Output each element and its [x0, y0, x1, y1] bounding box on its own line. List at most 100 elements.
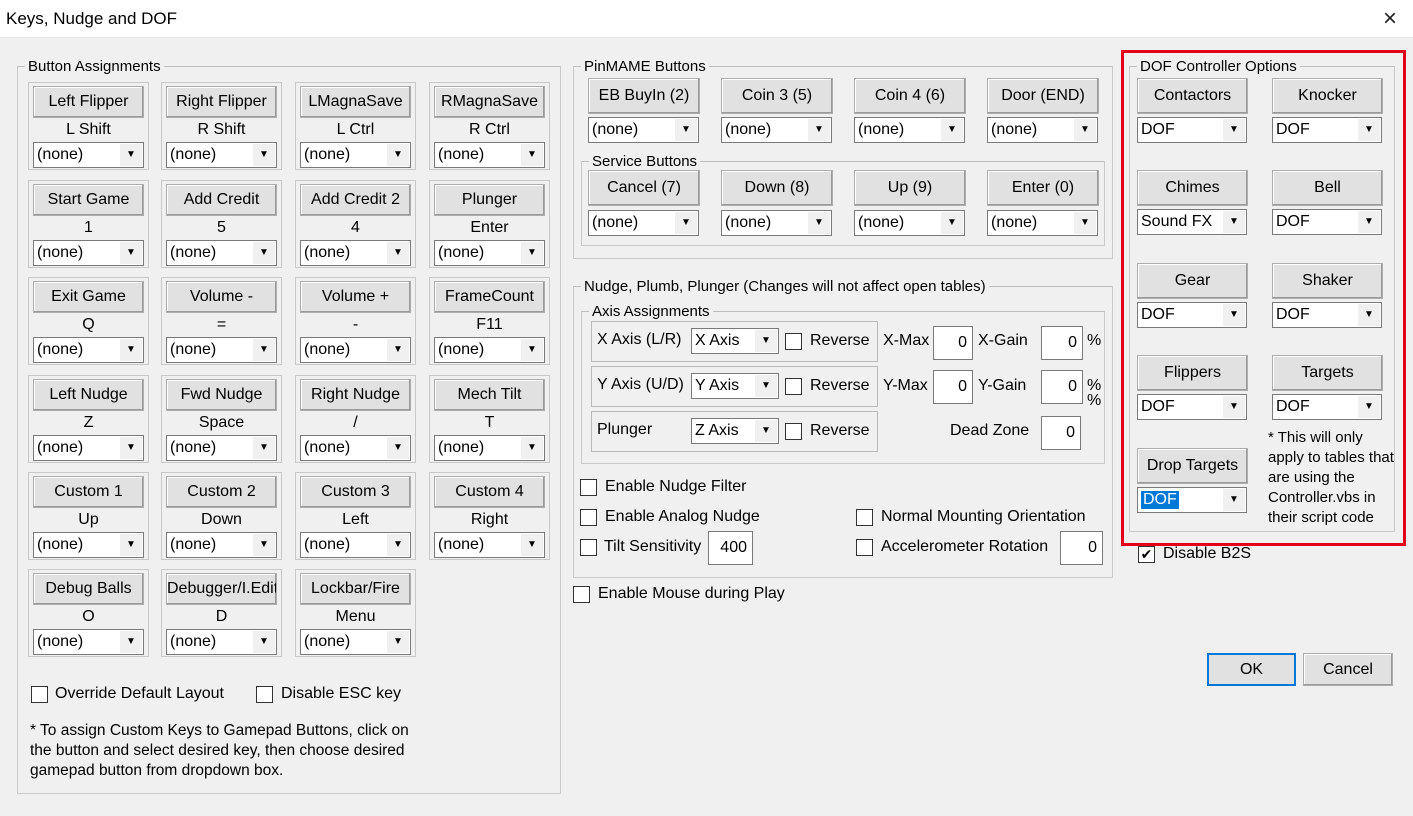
service-button[interactable]: Cancel (7): [588, 170, 700, 206]
chevron-down-icon[interactable]: ▼: [808, 119, 830, 141]
gamepad-select[interactable]: (none) ▼: [33, 629, 144, 655]
chevron-down-icon[interactable]: ▼: [675, 212, 697, 234]
xmax-input[interactable]: 0: [933, 326, 973, 360]
deadzone-input[interactable]: 0: [1041, 416, 1081, 450]
assign-key-button[interactable]: Mech Tilt: [434, 379, 545, 411]
chevron-down-icon[interactable]: ▼: [941, 212, 963, 234]
assign-key-button[interactable]: Plunger: [434, 184, 545, 216]
chevron-down-icon[interactable]: ▼: [120, 144, 142, 166]
assign-key-button[interactable]: Add Credit 2: [300, 184, 411, 216]
chevron-down-icon[interactable]: ▼: [755, 375, 777, 397]
tilt-sensitivity-input[interactable]: 400: [708, 531, 753, 565]
chevron-down-icon[interactable]: ▼: [253, 242, 275, 264]
assign-key-button[interactable]: FrameCount: [434, 281, 545, 313]
service-button[interactable]: Enter (0): [987, 170, 1099, 206]
reverse-checkbox[interactable]: [785, 378, 802, 395]
gamepad-select[interactable]: (none) ▼: [166, 435, 277, 461]
chevron-down-icon[interactable]: ▼: [120, 242, 142, 264]
pinmame-gamepad-select[interactable]: (none) ▼: [721, 117, 832, 143]
assign-key-button[interactable]: Debugger/I.Edit: [166, 573, 277, 605]
chevron-down-icon[interactable]: ▼: [521, 242, 543, 264]
service-gamepad-select[interactable]: (none) ▼: [854, 210, 965, 236]
chevron-down-icon[interactable]: ▼: [120, 631, 142, 653]
assign-key-button[interactable]: Custom 2: [166, 476, 277, 508]
assign-key-button[interactable]: LMagnaSave: [300, 86, 411, 118]
chevron-down-icon[interactable]: ▼: [387, 437, 409, 459]
gamepad-select[interactable]: (none) ▼: [166, 337, 277, 363]
pinmame-gamepad-select[interactable]: (none) ▼: [854, 117, 965, 143]
analog-nudge-checkbox[interactable]: [580, 509, 597, 526]
service-button[interactable]: Down (8): [721, 170, 833, 206]
assign-key-button[interactable]: RMagnaSave: [434, 86, 545, 118]
service-gamepad-select[interactable]: (none) ▼: [721, 210, 832, 236]
gamepad-select[interactable]: (none) ▼: [300, 532, 411, 558]
disable-b2s-checkbox[interactable]: ✔: [1138, 546, 1155, 563]
cancel-button[interactable]: Cancel: [1303, 653, 1393, 686]
gamepad-select[interactable]: (none) ▼: [166, 532, 277, 558]
gamepad-select[interactable]: (none) ▼: [434, 142, 545, 168]
gamepad-select[interactable]: (none) ▼: [33, 142, 144, 168]
chevron-down-icon[interactable]: ▼: [387, 242, 409, 264]
assign-key-button[interactable]: Start Game: [33, 184, 144, 216]
chevron-down-icon[interactable]: ▼: [253, 534, 275, 556]
tilt-sensitivity-checkbox[interactable]: [580, 539, 597, 556]
pinmame-button[interactable]: Coin 3 (5): [721, 78, 833, 114]
chevron-down-icon[interactable]: ▼: [253, 144, 275, 166]
assign-key-button[interactable]: Exit Game: [33, 281, 144, 313]
gamepad-select[interactable]: (none) ▼: [33, 532, 144, 558]
close-icon[interactable]: ×: [1367, 0, 1413, 38]
gamepad-select[interactable]: (none) ▼: [33, 240, 144, 266]
assign-key-button[interactable]: Debug Balls: [33, 573, 144, 605]
chevron-down-icon[interactable]: ▼: [253, 339, 275, 361]
chevron-down-icon[interactable]: ▼: [521, 534, 543, 556]
gamepad-select[interactable]: (none) ▼: [33, 435, 144, 461]
pinmame-gamepad-select[interactable]: (none) ▼: [588, 117, 699, 143]
pinmame-gamepad-select[interactable]: (none) ▼: [987, 117, 1098, 143]
service-button[interactable]: Up (9): [854, 170, 966, 206]
chevron-down-icon[interactable]: ▼: [120, 534, 142, 556]
chevron-down-icon[interactable]: ▼: [755, 420, 777, 442]
gamepad-select[interactable]: (none) ▼: [300, 337, 411, 363]
pinmame-button[interactable]: EB BuyIn (2): [588, 78, 700, 114]
assign-key-button[interactable]: Left Flipper: [33, 86, 144, 118]
pinmame-button[interactable]: Coin 4 (6): [854, 78, 966, 114]
chevron-down-icon[interactable]: ▼: [521, 437, 543, 459]
gamepad-select[interactable]: (none) ▼: [434, 240, 545, 266]
gamepad-select[interactable]: (none) ▼: [300, 142, 411, 168]
chevron-down-icon[interactable]: ▼: [253, 631, 275, 653]
chevron-down-icon[interactable]: ▼: [755, 330, 777, 352]
normal-mounting-checkbox[interactable]: [856, 509, 873, 526]
nudge-filter-checkbox[interactable]: [580, 479, 597, 496]
chevron-down-icon[interactable]: ▼: [521, 144, 543, 166]
chevron-down-icon[interactable]: ▼: [387, 631, 409, 653]
axis-select[interactable]: Y Axis ▼: [691, 373, 779, 399]
chevron-down-icon[interactable]: ▼: [1074, 119, 1096, 141]
chevron-down-icon[interactable]: ▼: [253, 437, 275, 459]
gamepad-select[interactable]: (none) ▼: [434, 337, 545, 363]
reverse-checkbox[interactable]: [785, 423, 802, 440]
assign-key-button[interactable]: Right Nudge: [300, 379, 411, 411]
assign-key-button[interactable]: Right Flipper: [166, 86, 277, 118]
chevron-down-icon[interactable]: ▼: [387, 534, 409, 556]
assign-key-button[interactable]: Add Credit: [166, 184, 277, 216]
assign-key-button[interactable]: Custom 3: [300, 476, 411, 508]
gamepad-select[interactable]: (none) ▼: [166, 240, 277, 266]
service-gamepad-select[interactable]: (none) ▼: [588, 210, 699, 236]
gamepad-select[interactable]: (none) ▼: [300, 240, 411, 266]
reverse-checkbox[interactable]: [785, 333, 802, 350]
service-gamepad-select[interactable]: (none) ▼: [987, 210, 1098, 236]
pinmame-button[interactable]: Door (END): [987, 78, 1099, 114]
gamepad-select[interactable]: (none) ▼: [434, 532, 545, 558]
enable-mouse-checkbox[interactable]: [573, 586, 590, 603]
chevron-down-icon[interactable]: ▼: [387, 144, 409, 166]
ok-button[interactable]: OK: [1207, 653, 1296, 686]
chevron-down-icon[interactable]: ▼: [1074, 212, 1096, 234]
assign-key-button[interactable]: Volume -: [166, 281, 277, 313]
disable-esc-checkbox[interactable]: [256, 686, 273, 703]
ygain-input[interactable]: 0: [1041, 370, 1083, 404]
gamepad-select[interactable]: (none) ▼: [434, 435, 545, 461]
chevron-down-icon[interactable]: ▼: [120, 437, 142, 459]
assign-key-button[interactable]: Lockbar/Fire: [300, 573, 411, 605]
gamepad-select[interactable]: (none) ▼: [33, 337, 144, 363]
xgain-input[interactable]: 0: [1041, 326, 1083, 360]
